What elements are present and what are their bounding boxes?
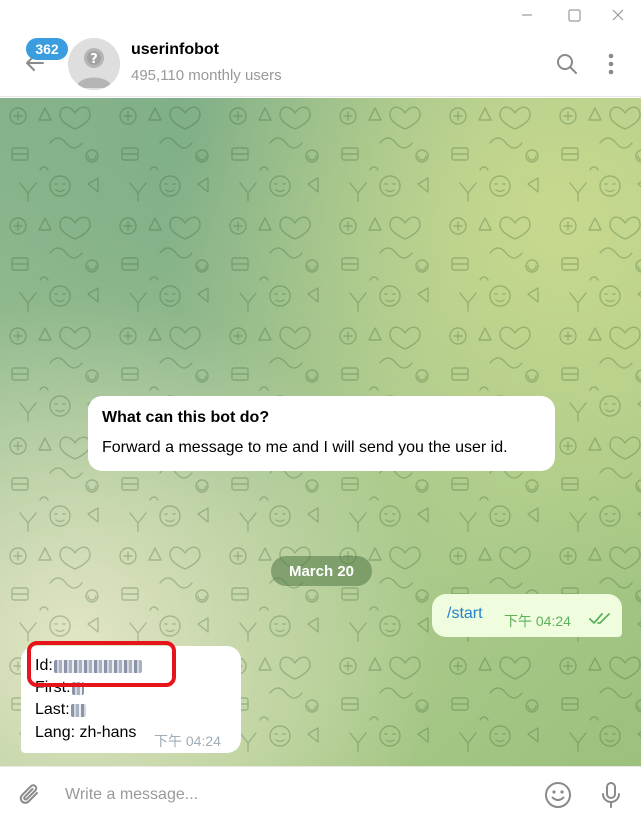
maximize-button[interactable] (551, 0, 597, 30)
language-line: Lang: zh-hans (35, 724, 136, 742)
message-composer (0, 766, 641, 822)
chat-title[interactable]: userinfobot (131, 41, 219, 59)
message-time: 下午 04:24 (504, 613, 571, 629)
minimize-icon (522, 14, 532, 16)
chat-messages-area[interactable]: What can this bot do? Forward a message … (0, 98, 641, 766)
first-name-label: First: (35, 679, 71, 696)
more-menu-button[interactable] (600, 50, 622, 78)
unknown-user-icon: ? (68, 38, 120, 90)
chat-subtitle: 495,110 monthly users (131, 67, 282, 84)
bot-info-description: Forward a message to me and I will send … (102, 439, 508, 456)
bot-info-card: What can this bot do? Forward a message … (88, 396, 555, 471)
outgoing-message[interactable]: /start 下午 04:24 (432, 594, 622, 637)
user-id-line: Id: (35, 657, 142, 675)
minimize-button[interactable] (504, 0, 550, 30)
incoming-message[interactable]: Id: First: Last: Lang: zh-hans 下午 04:24 (21, 646, 241, 753)
bot-command-link[interactable]: /start (447, 605, 483, 623)
redacted-last-name (70, 703, 86, 717)
more-vertical-icon (608, 53, 614, 75)
language-label: Lang: zh-hans (35, 724, 137, 741)
last-name-line: Last: (35, 701, 86, 719)
maximize-icon (567, 8, 581, 22)
message-time: 下午 04:24 (154, 733, 221, 749)
double-check-icon (589, 613, 610, 624)
attach-button[interactable] (16, 781, 44, 809)
voice-message-button[interactable] (598, 780, 624, 810)
smiley-icon (545, 782, 571, 808)
first-name-line: First: (35, 679, 84, 697)
close-icon (612, 9, 624, 21)
svg-text:?: ? (90, 52, 98, 67)
redacted-first-name (71, 681, 84, 695)
message-input[interactable] (56, 775, 526, 815)
emoji-button[interactable] (543, 780, 573, 810)
redacted-user-id (53, 659, 142, 673)
paperclip-icon (19, 784, 38, 804)
search-button[interactable] (553, 50, 581, 78)
user-id-label: Id: (35, 657, 53, 674)
close-button[interactable] (595, 0, 641, 30)
chat-header: 362 ? userinfobot 495,110 monthly users (0, 30, 641, 97)
window-titlebar (0, 0, 641, 30)
unread-count-badge: 362 (26, 38, 68, 60)
avatar[interactable]: ? (68, 38, 120, 90)
microphone-icon (602, 782, 620, 808)
bot-info-title: What can this bot do? (102, 409, 270, 426)
search-icon (557, 54, 577, 74)
last-name-label: Last: (35, 701, 70, 718)
date-separator: March 20 (271, 556, 372, 586)
